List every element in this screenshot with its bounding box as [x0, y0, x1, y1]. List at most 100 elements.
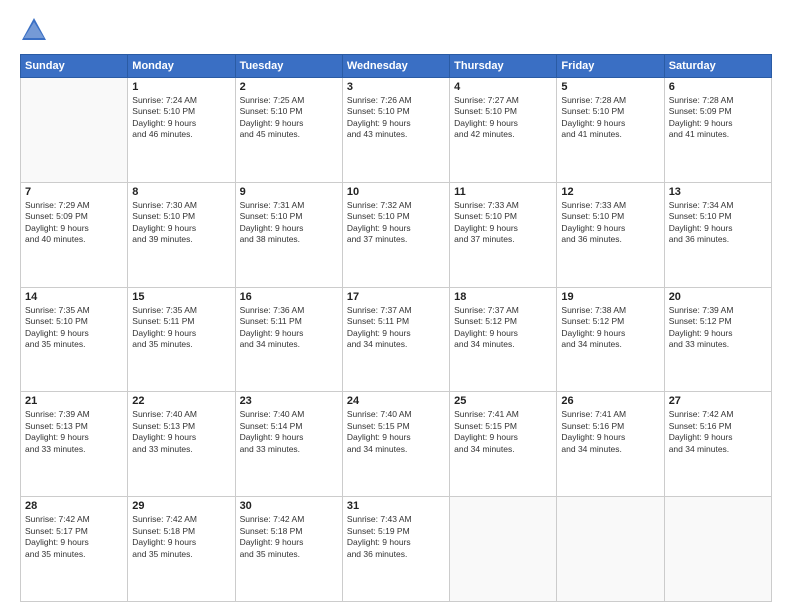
- calendar-cell: 14 Sunrise: 7:35 AMSunset: 5:10 PMDayligh…: [21, 287, 128, 392]
- day-number: 23: [240, 395, 338, 407]
- day-info: Sunrise: 7:38 AMSunset: 5:12 PMDaylight:…: [561, 305, 659, 351]
- day-info: Sunrise: 7:37 AMSunset: 5:11 PMDaylight:…: [347, 305, 445, 351]
- calendar-cell: 1 Sunrise: 7:24 AMSunset: 5:10 PMDaylight…: [128, 78, 235, 183]
- calendar-cell: 11 Sunrise: 7:33 AMSunset: 5:10 PMDayligh…: [450, 182, 557, 287]
- calendar-week-row: 14 Sunrise: 7:35 AMSunset: 5:10 PMDayligh…: [21, 287, 772, 392]
- day-number: 5: [561, 81, 659, 93]
- day-number: 31: [347, 500, 445, 512]
- day-number: 14: [25, 291, 123, 303]
- day-info: Sunrise: 7:37 AMSunset: 5:12 PMDaylight:…: [454, 305, 552, 351]
- calendar-cell: 25Sunrise: 7:41 AMSunset: 5:15 PMDayligh…: [450, 392, 557, 497]
- day-number: 11: [454, 186, 552, 198]
- calendar-header-wednesday: Wednesday: [342, 55, 449, 78]
- header: [20, 16, 772, 44]
- day-number: 21: [25, 395, 123, 407]
- calendar-cell: [21, 78, 128, 183]
- calendar-week-row: 7 Sunrise: 7:29 AMSunset: 5:09 PMDaylight…: [21, 182, 772, 287]
- day-number: 28: [25, 500, 123, 512]
- calendar-cell: [664, 497, 771, 602]
- day-info: Sunrise: 7:35 AMSunset: 5:11 PMDaylight:…: [132, 305, 230, 351]
- calendar-cell: 3 Sunrise: 7:26 AMSunset: 5:10 PMDaylight…: [342, 78, 449, 183]
- day-number: 22: [132, 395, 230, 407]
- calendar-cell: 24Sunrise: 7:40 AMSunset: 5:15 PMDayligh…: [342, 392, 449, 497]
- day-info: Sunrise: 7:41 AMSunset: 5:16 PMDaylight:…: [561, 409, 659, 455]
- logo: [20, 16, 52, 44]
- calendar-cell: 17 Sunrise: 7:37 AMSunset: 5:11 PMDayligh…: [342, 287, 449, 392]
- day-info: Sunrise: 7:26 AMSunset: 5:10 PMDaylight:…: [347, 95, 445, 141]
- calendar-cell: 16 Sunrise: 7:36 AMSunset: 5:11 PMDayligh…: [235, 287, 342, 392]
- calendar-cell: 20Sunrise: 7:39 AMSunset: 5:12 PMDayligh…: [664, 287, 771, 392]
- calendar-cell: 4 Sunrise: 7:27 AMSunset: 5:10 PMDaylight…: [450, 78, 557, 183]
- day-info: Sunrise: 7:31 AMSunset: 5:10 PMDaylight:…: [240, 200, 338, 246]
- day-number: 4: [454, 81, 552, 93]
- calendar-cell: 8Sunrise: 7:30 AMSunset: 5:10 PMDaylight…: [128, 182, 235, 287]
- day-number: 3: [347, 81, 445, 93]
- day-info: Sunrise: 7:33 AMSunset: 5:10 PMDaylight:…: [454, 200, 552, 246]
- calendar-cell: 12Sunrise: 7:33 AMSunset: 5:10 PMDayligh…: [557, 182, 664, 287]
- day-number: 9: [240, 186, 338, 198]
- calendar-cell: 30Sunrise: 7:42 AMSunset: 5:18 PMDayligh…: [235, 497, 342, 602]
- day-number: 15: [132, 291, 230, 303]
- calendar-week-row: 28 Sunrise: 7:42 AMSunset: 5:17 PMDayligh…: [21, 497, 772, 602]
- day-info: Sunrise: 7:43 AMSunset: 5:19 PMDaylight:…: [347, 514, 445, 560]
- day-info: Sunrise: 7:28 AMSunset: 5:10 PMDaylight:…: [561, 95, 659, 141]
- calendar-header-tuesday: Tuesday: [235, 55, 342, 78]
- day-info: Sunrise: 7:29 AMSunset: 5:09 PMDaylight:…: [25, 200, 123, 246]
- day-number: 1: [132, 81, 230, 93]
- calendar-cell: 31 Sunrise: 7:43 AMSunset: 5:19 PMDayligh…: [342, 497, 449, 602]
- calendar-cell: 21 Sunrise: 7:39 AMSunset: 5:13 PMDayligh…: [21, 392, 128, 497]
- calendar-cell: 19Sunrise: 7:38 AMSunset: 5:12 PMDayligh…: [557, 287, 664, 392]
- day-info: Sunrise: 7:39 AMSunset: 5:12 PMDaylight:…: [669, 305, 767, 351]
- calendar-header-monday: Monday: [128, 55, 235, 78]
- day-number: 16: [240, 291, 338, 303]
- calendar-header-row: SundayMondayTuesdayWednesdayThursdayFrid…: [21, 55, 772, 78]
- day-info: Sunrise: 7:36 AMSunset: 5:11 PMDaylight:…: [240, 305, 338, 351]
- calendar-week-row: 21 Sunrise: 7:39 AMSunset: 5:13 PMDayligh…: [21, 392, 772, 497]
- calendar-cell: 2Sunrise: 7:25 AMSunset: 5:10 PMDaylight…: [235, 78, 342, 183]
- day-info: Sunrise: 7:40 AMSunset: 5:15 PMDaylight:…: [347, 409, 445, 455]
- calendar-cell: 5 Sunrise: 7:28 AMSunset: 5:10 PMDaylight…: [557, 78, 664, 183]
- day-info: Sunrise: 7:42 AMSunset: 5:16 PMDaylight:…: [669, 409, 767, 455]
- calendar-cell: 22Sunrise: 7:40 AMSunset: 5:13 PMDayligh…: [128, 392, 235, 497]
- calendar-cell: 28 Sunrise: 7:42 AMSunset: 5:17 PMDayligh…: [21, 497, 128, 602]
- calendar-header-saturday: Saturday: [664, 55, 771, 78]
- day-info: Sunrise: 7:40 AMSunset: 5:14 PMDaylight:…: [240, 409, 338, 455]
- calendar-cell: [450, 497, 557, 602]
- day-info: Sunrise: 7:33 AMSunset: 5:10 PMDaylight:…: [561, 200, 659, 246]
- day-info: Sunrise: 7:27 AMSunset: 5:10 PMDaylight:…: [454, 95, 552, 141]
- day-number: 10: [347, 186, 445, 198]
- calendar-header-friday: Friday: [557, 55, 664, 78]
- day-number: 6: [669, 81, 767, 93]
- calendar-cell: 6 Sunrise: 7:28 AMSunset: 5:09 PMDaylight…: [664, 78, 771, 183]
- day-number: 7: [25, 186, 123, 198]
- day-info: Sunrise: 7:32 AMSunset: 5:10 PMDaylight:…: [347, 200, 445, 246]
- day-info: Sunrise: 7:34 AMSunset: 5:10 PMDaylight:…: [669, 200, 767, 246]
- calendar-cell: 26 Sunrise: 7:41 AMSunset: 5:16 PMDayligh…: [557, 392, 664, 497]
- calendar-cell: 7 Sunrise: 7:29 AMSunset: 5:09 PMDaylight…: [21, 182, 128, 287]
- calendar-cell: [557, 497, 664, 602]
- day-number: 17: [347, 291, 445, 303]
- day-info: Sunrise: 7:42 AMSunset: 5:18 PMDaylight:…: [132, 514, 230, 560]
- day-number: 8: [132, 186, 230, 198]
- day-number: 13: [669, 186, 767, 198]
- day-info: Sunrise: 7:24 AMSunset: 5:10 PMDaylight:…: [132, 95, 230, 141]
- day-info: Sunrise: 7:42 AMSunset: 5:18 PMDaylight:…: [240, 514, 338, 560]
- calendar-week-row: 1 Sunrise: 7:24 AMSunset: 5:10 PMDaylight…: [21, 78, 772, 183]
- calendar-cell: 13 Sunrise: 7:34 AMSunset: 5:10 PMDayligh…: [664, 182, 771, 287]
- calendar-cell: 10 Sunrise: 7:32 AMSunset: 5:10 PMDayligh…: [342, 182, 449, 287]
- day-number: 2: [240, 81, 338, 93]
- day-number: 26: [561, 395, 659, 407]
- day-number: 29: [132, 500, 230, 512]
- day-info: Sunrise: 7:28 AMSunset: 5:09 PMDaylight:…: [669, 95, 767, 141]
- day-number: 27: [669, 395, 767, 407]
- calendar-cell: 29 Sunrise: 7:42 AMSunset: 5:18 PMDayligh…: [128, 497, 235, 602]
- day-info: Sunrise: 7:39 AMSunset: 5:13 PMDaylight:…: [25, 409, 123, 455]
- calendar-cell: 18 Sunrise: 7:37 AMSunset: 5:12 PMDayligh…: [450, 287, 557, 392]
- day-info: Sunrise: 7:35 AMSunset: 5:10 PMDaylight:…: [25, 305, 123, 351]
- calendar-cell: 23 Sunrise: 7:40 AMSunset: 5:14 PMDayligh…: [235, 392, 342, 497]
- calendar-table: SundayMondayTuesdayWednesdayThursdayFrid…: [20, 54, 772, 602]
- day-number: 18: [454, 291, 552, 303]
- day-info: Sunrise: 7:42 AMSunset: 5:17 PMDaylight:…: [25, 514, 123, 560]
- calendar-cell: 15 Sunrise: 7:35 AMSunset: 5:11 PMDayligh…: [128, 287, 235, 392]
- calendar-header-thursday: Thursday: [450, 55, 557, 78]
